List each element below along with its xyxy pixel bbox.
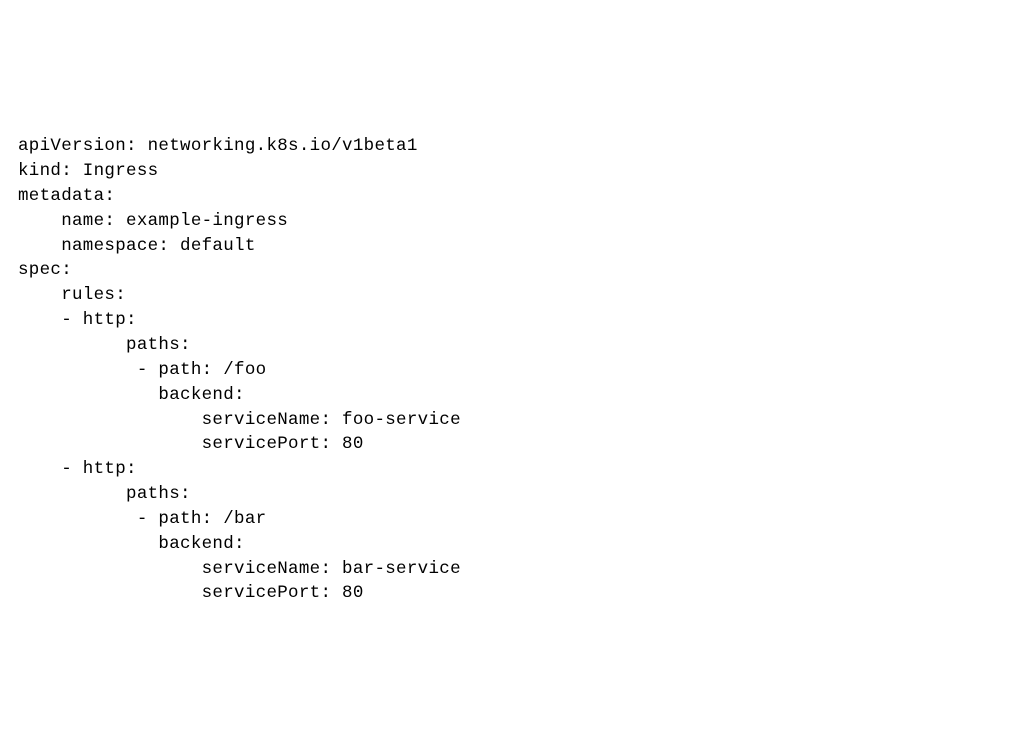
code-line: serviceName: bar-service — [18, 559, 461, 579]
code-line: apiVersion: networking.k8s.io/v1beta1 — [18, 136, 418, 156]
code-line: servicePort: 80 — [18, 434, 364, 454]
code-line: - http: — [18, 459, 137, 479]
code-line: - path: /bar — [18, 509, 266, 529]
yaml-code-block: apiVersion: networking.k8s.io/v1beta1 ki… — [18, 109, 1006, 606]
code-line: namespace: default — [18, 236, 256, 256]
code-line: spec: — [18, 260, 72, 280]
code-line: servicePort: 80 — [18, 583, 364, 603]
code-line: kind: Ingress — [18, 161, 158, 181]
code-line: paths: — [18, 484, 191, 504]
code-line: - path: /foo — [18, 360, 266, 380]
code-line: - http: — [18, 310, 137, 330]
code-line: backend: — [18, 534, 245, 554]
code-line: backend: — [18, 385, 245, 405]
code-line: metadata: — [18, 186, 115, 206]
code-line: rules: — [18, 285, 126, 305]
code-line: serviceName: foo-service — [18, 410, 461, 430]
code-line: paths: — [18, 335, 191, 355]
code-line: name: example-ingress — [18, 211, 288, 231]
